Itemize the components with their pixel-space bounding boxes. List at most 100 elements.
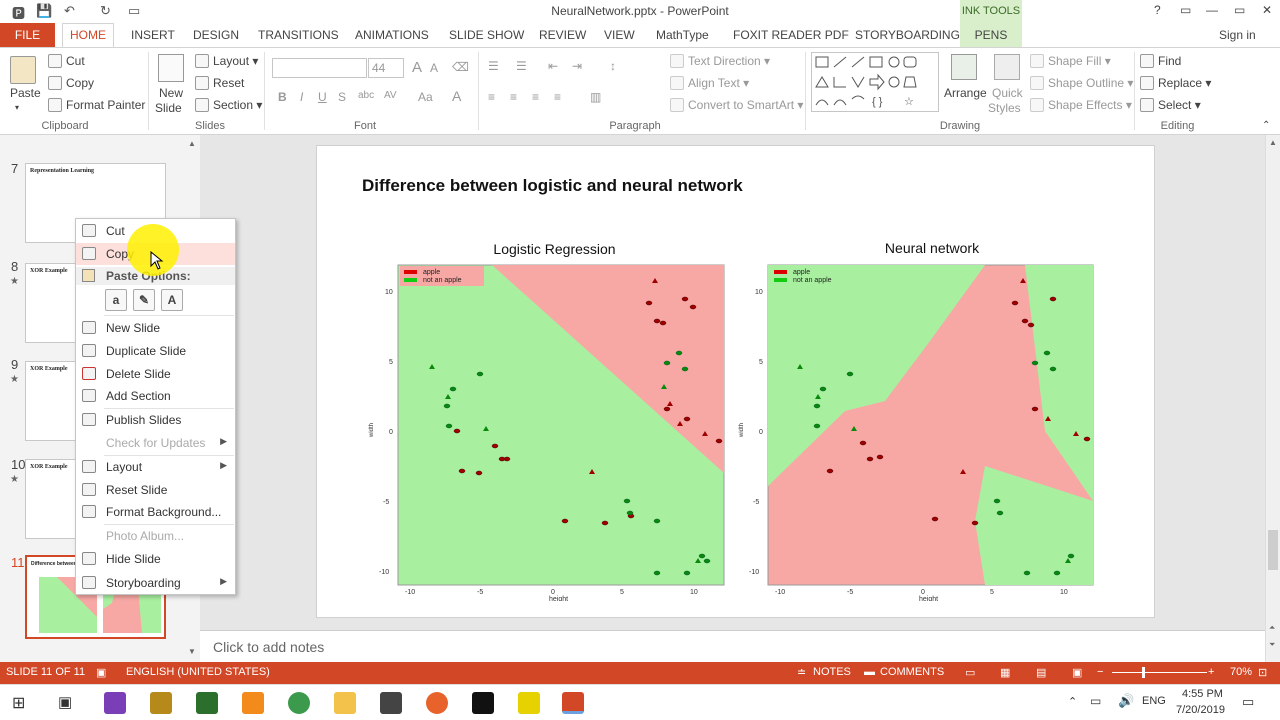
menu-item-add-section[interactable]: Add Section: [76, 385, 235, 407]
underline-button[interactable]: U: [318, 90, 327, 104]
align-center-icon[interactable]: ≡: [510, 90, 517, 104]
line-spacing-icon[interactable]: ↕: [610, 59, 616, 73]
zoom-in-icon[interactable]: +: [1208, 666, 1214, 678]
select-button[interactable]: Select ▾: [1140, 98, 1201, 112]
powerpoint-taskbar-icon[interactable]: [562, 692, 584, 714]
paste-dropdown-icon[interactable]: ▾: [15, 103, 19, 112]
numbering-icon[interactable]: ☰: [516, 59, 527, 73]
ribbon-display-button[interactable]: ▭: [1180, 3, 1191, 17]
increase-indent-icon[interactable]: ⇥: [572, 59, 582, 73]
visual-studio-icon[interactable]: [104, 692, 126, 714]
find-button[interactable]: Find: [1140, 54, 1181, 68]
tab-transitions[interactable]: TRANSITIONS: [258, 28, 339, 42]
shape-outline-button[interactable]: Shape Outline ▾: [1030, 76, 1133, 90]
slide-title[interactable]: Difference between logistic and neural n…: [362, 176, 743, 196]
tab-mathtype[interactable]: MathType: [656, 28, 709, 42]
shape-fill-button[interactable]: Shape Fill ▾: [1030, 54, 1111, 68]
menu-item-storyboarding[interactable]: Storyboarding ▶: [76, 572, 235, 594]
quick-styles-icon[interactable]: [994, 54, 1020, 80]
menu-item-cut[interactable]: Cut: [76, 220, 235, 242]
reset-button[interactable]: Reset: [195, 76, 244, 90]
tab-view[interactable]: VIEW: [604, 28, 635, 42]
character-spacing-button[interactable]: AV: [384, 90, 397, 101]
close-button[interactable]: ✕: [1262, 3, 1272, 17]
zoom-level[interactable]: 70%: [1230, 666, 1252, 678]
slide-show-icon[interactable]: ▣: [1072, 666, 1082, 679]
font-size-select[interactable]: 44: [368, 58, 404, 78]
tab-insert[interactable]: INSERT: [131, 28, 175, 42]
format-painter-button[interactable]: Format Painter: [48, 98, 145, 112]
menu-item-delete-slide[interactable]: Delete Slide: [76, 363, 235, 385]
tab-design[interactable]: DESIGN: [193, 28, 239, 42]
task-view-icon[interactable]: ▣: [58, 693, 72, 711]
language-indicator[interactable]: ENGLISH (UNITED STATES): [126, 666, 270, 678]
menu-item-duplicate-slide[interactable]: Duplicate Slide: [76, 340, 235, 362]
collapse-ribbon-icon[interactable]: ⌃: [1262, 120, 1270, 131]
menu-item-new-slide[interactable]: New Slide: [76, 317, 235, 339]
font-color-button[interactable]: A: [452, 88, 461, 104]
menu-item-layout[interactable]: Layout ▶: [76, 456, 235, 478]
paste-keep-text-only-icon[interactable]: A: [161, 289, 183, 311]
new-slide-button-label[interactable]: Slide: [155, 101, 182, 115]
italic-button[interactable]: I: [300, 90, 303, 104]
input-language[interactable]: ENG: [1142, 695, 1166, 707]
paste-button[interactable]: Paste: [10, 86, 41, 100]
tab-storyboarding[interactable]: STORYBOARDING: [855, 28, 960, 42]
paste-keep-source-formatting-icon[interactable]: ✎: [133, 289, 155, 311]
new-slide-icon[interactable]: [158, 54, 184, 82]
menu-item-copy[interactable]: Copy: [76, 243, 235, 265]
scroll-down-icon[interactable]: ▼: [188, 647, 196, 656]
arrange-button[interactable]: Arrange: [944, 86, 987, 100]
tab-animations[interactable]: ANIMATIONS: [355, 28, 429, 42]
tab-foxit-reader-pdf[interactable]: FOXIT READER PDF: [733, 28, 849, 42]
battery-icon[interactable]: ▭: [1090, 694, 1101, 708]
terminal-icon[interactable]: [472, 692, 494, 714]
tab-review[interactable]: REVIEW: [539, 28, 586, 42]
quick-styles-label[interactable]: Styles: [988, 101, 1021, 115]
text-direction-button[interactable]: Text Direction ▾: [670, 54, 770, 68]
section-button[interactable]: Section ▾: [195, 98, 262, 112]
copy-button[interactable]: Copy: [48, 76, 94, 90]
change-case-button[interactable]: Aa: [418, 90, 433, 104]
convert-smartart-button[interactable]: Convert to SmartArt ▾: [670, 98, 803, 112]
notes-pane[interactable]: Click to add notes: [200, 630, 1265, 662]
menu-item-publish-slides[interactable]: Publish Slides: [76, 409, 235, 431]
cut-button[interactable]: Cut: [48, 54, 85, 68]
firefox-icon[interactable]: [426, 692, 448, 714]
columns-icon[interactable]: ▥: [590, 90, 601, 104]
reading-view-icon[interactable]: ▤: [1036, 666, 1046, 679]
decrease-font-icon[interactable]: A: [430, 61, 438, 75]
shape-effects-button[interactable]: Shape Effects ▾: [1030, 98, 1132, 112]
minimize-button[interactable]: —: [1206, 3, 1218, 17]
previous-slide-icon[interactable]: ⏶: [1269, 623, 1275, 633]
align-right-icon[interactable]: ≡: [532, 90, 539, 104]
file-explorer-icon[interactable]: [334, 692, 356, 714]
clear-formatting-icon[interactable]: ⌫: [452, 60, 469, 74]
restore-button[interactable]: ▭: [1234, 3, 1245, 17]
mail-icon[interactable]: [380, 692, 402, 714]
tab-home[interactable]: HOME: [62, 23, 114, 47]
text-shadow-button[interactable]: abc: [358, 90, 374, 101]
pycharm-icon[interactable]: [196, 692, 218, 714]
normal-view-icon[interactable]: ▭: [965, 666, 975, 679]
volume-icon[interactable]: 🔊: [1118, 693, 1134, 709]
decrease-indent-icon[interactable]: ⇤: [548, 59, 558, 73]
replace-button[interactable]: Replace ▾: [1140, 76, 1211, 90]
zoom-out-icon[interactable]: −: [1097, 666, 1103, 678]
tab-slide-show[interactable]: SLIDE SHOW: [449, 28, 524, 42]
windows-start-icon[interactable]: ⊞: [12, 693, 25, 713]
arrange-icon[interactable]: [951, 54, 977, 80]
notes-toggle-icon[interactable]: ≐: [797, 666, 806, 679]
fit-to-window-icon[interactable]: ⊡: [1258, 666, 1267, 679]
app-icon[interactable]: [150, 692, 172, 714]
menu-item-hide-slide[interactable]: Hide Slide: [76, 548, 235, 570]
align-text-button[interactable]: Align Text ▾: [670, 76, 749, 90]
font-family-select[interactable]: [272, 58, 367, 78]
help-button[interactable]: ?: [1154, 3, 1161, 17]
menu-item-reset-slide[interactable]: Reset Slide: [76, 479, 235, 501]
align-left-icon[interactable]: ≡: [488, 90, 495, 104]
next-slide-icon[interactable]: ⏷: [1269, 640, 1275, 650]
notes-placeholder[interactable]: Click to add notes: [213, 639, 324, 655]
sticky-notes-icon[interactable]: [518, 692, 540, 714]
layout-button[interactable]: Layout ▾: [195, 54, 258, 68]
